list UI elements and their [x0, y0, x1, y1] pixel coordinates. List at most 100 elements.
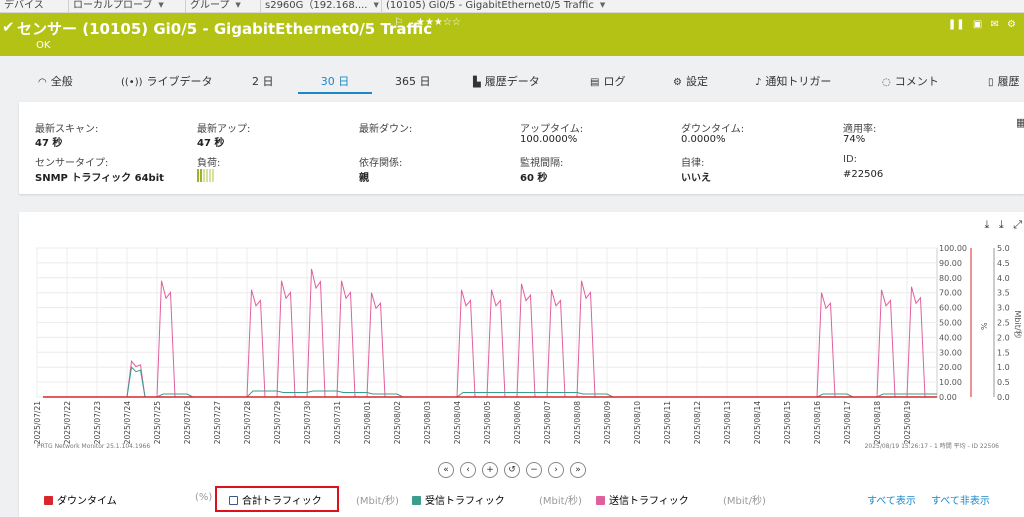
previous-icon[interactable]: ‹ [460, 462, 476, 478]
download-icon[interactable]: ⤓ [984, 218, 989, 231]
next-icon[interactable]: › [548, 462, 564, 478]
last-down-label: 最新ダウン: [359, 124, 413, 135]
tab-overview[interactable]: ◠ 全般 [38, 72, 73, 94]
comment-icon: ◌ [882, 77, 891, 88]
pause-icon[interactable]: ❚❚ [948, 19, 965, 30]
chart-footer-right: 2025/08/19 15:26:17 - 1 時間 平均 - ID 22506 [865, 442, 1000, 450]
tab-365-days[interactable]: 365 日 [395, 72, 431, 94]
x-tick-label: 2025/07/31 [333, 401, 342, 444]
y-left-tick-label: 30.00 [939, 348, 962, 357]
last-up-value: 47 秒 [197, 138, 225, 149]
x-tick-label: 2025/08/03 [423, 401, 432, 444]
highlight-box [215, 486, 339, 512]
first-page-icon[interactable]: « [438, 462, 454, 478]
uptime-label: アップタイム: [520, 124, 584, 135]
x-tick-label: 2025/08/13 [723, 401, 732, 444]
reset-zoom-icon[interactable]: ↺ [504, 462, 520, 478]
graph-navigation: « ‹ + ↺ − › » [438, 457, 592, 478]
autonomous-value: いいえ [681, 173, 711, 184]
breadcrumb-item-local-probe[interactable]: ローカルプローブ ▼ [68, 0, 164, 12]
tab-bar: ◠ 全般 ((•)) ライブデータ 2 日 30 日 365 日 ▙ 履歴データ ▤ ロ… [0, 72, 1024, 94]
download-csv-icon[interactable]: ⤓ [999, 218, 1004, 231]
legend-item-sent-traffic[interactable]: 送信トラフィック (Mbit/秒) [596, 492, 766, 507]
chevron-down-icon[interactable]: ▼ [600, 0, 605, 12]
breadcrumb-item-device[interactable]: s2960G（192.168.... ▼ [260, 0, 379, 12]
breadcrumb-item-devices[interactable]: デバイス [0, 0, 44, 12]
y-right-tick-label: 3.0 [997, 304, 1010, 313]
id-value: #22506 [843, 169, 884, 180]
x-tick-label: 2025/07/24 [123, 401, 132, 444]
flag-icon[interactable]: ⚐ [394, 17, 403, 28]
legend-label: 受信トラフィック [425, 496, 505, 507]
last-up-label: 最新アップ: [197, 124, 251, 135]
tab-history[interactable]: ▯ 履歴 [988, 72, 1020, 94]
legend-label: 送信トラフィック [609, 496, 689, 507]
y-right-tick-label: 3.5 [997, 289, 1010, 298]
legend-label: ダウンタイム [57, 496, 117, 507]
y-right-tick-label: 2.0 [997, 333, 1010, 342]
y-left-tick-label: 50.00 [939, 319, 962, 328]
autonomous-label: 自律: [681, 158, 705, 169]
interval-value: 60 秒 [520, 173, 548, 184]
zoom-in-icon[interactable]: + [482, 462, 498, 478]
qr-icon[interactable]: ▦ [1016, 116, 1024, 129]
tab-comments[interactable]: ◌ コメント [882, 72, 939, 94]
x-tick-label: 2025/07/28 [243, 401, 252, 444]
x-tick-label: 2025/07/29 [273, 401, 282, 444]
coverage-value: 74% [843, 134, 866, 145]
legend-unit: (Mbit/秒) [723, 496, 766, 507]
interval-label: 監視間隔: [520, 158, 564, 169]
tab-30-days[interactable]: 30 日 [298, 72, 372, 94]
breadcrumb-item-sensor[interactable]: (10105) Gi0/5 - GigabitEthernet0/5 Traff… [381, 0, 605, 12]
chevron-down-icon[interactable]: ▼ [158, 0, 163, 12]
y-left-tick-label: 100.00 [939, 244, 967, 253]
y-right-tick-label: 1.0 [997, 363, 1010, 372]
priority-stars[interactable]: ★★★☆☆ [416, 17, 461, 28]
gear-icon[interactable]: ⚙ [1007, 19, 1016, 30]
last-scan-label: 最新スキャン: [35, 124, 99, 135]
x-tick-label: 2025/08/06 [513, 401, 522, 444]
dependency-label: 依存関係: [359, 158, 403, 169]
chart-footer-left: PRTG Network Monitor 25.1.104.1966 [37, 443, 150, 450]
x-tick-label: 2025/07/21 [33, 401, 42, 444]
graph-panel: ⤓ ⤓ ⤢ 100.00 5.0 90.00 4.5 80.00 4.0 70.00 3.5 6… [19, 212, 1024, 517]
checkbox-checked-icon[interactable] [412, 496, 421, 505]
hide-all-link[interactable]: すべて非表示 [931, 492, 990, 507]
x-tick-label: 2025/08/08 [573, 401, 582, 444]
chevron-down-icon[interactable]: ▼ [373, 0, 378, 12]
tab-historic-data[interactable]: ▙ 履歴データ [473, 72, 540, 94]
checkbox-checked-icon[interactable] [44, 496, 53, 505]
chevron-down-icon[interactable]: ▼ [235, 0, 240, 12]
legend-unit: (Mbit/秒) [356, 496, 399, 507]
uptime-value: 100.0000% [520, 134, 578, 145]
legend-item-downtime[interactable]: ダウンタイム (%) [44, 492, 212, 507]
y-right-tick-label: 4.5 [997, 259, 1010, 268]
checkbox-checked-icon[interactable] [596, 496, 605, 505]
tab-settings[interactable]: ⚙ 設定 [673, 72, 708, 94]
x-tick-label: 2025/08/01 [363, 401, 372, 444]
traffic-chart: 100.00 5.0 90.00 4.5 80.00 4.0 70.00 3.5 60.00 3.… [33, 244, 1023, 450]
tab-log[interactable]: ▤ ログ [590, 72, 625, 94]
zoom-out-icon[interactable]: − [526, 462, 542, 478]
tab-notification-triggers[interactable]: ♪ 通知トリガー [755, 72, 831, 94]
report-icon[interactable]: ▣ [973, 19, 982, 30]
y-left-tick-label: 60.00 [939, 304, 962, 313]
show-all-link[interactable]: すべて表示 [867, 492, 916, 507]
status-text: OK [36, 40, 51, 51]
dependency-value[interactable]: 親 [359, 169, 369, 184]
tab-2-days[interactable]: 2 日 [252, 72, 274, 94]
legend-item-received-traffic[interactable]: 受信トラフィック (Mbit/秒) [412, 492, 582, 507]
load-indicator [197, 167, 217, 182]
tab-live-data[interactable]: ((•)) ライブデータ [121, 72, 213, 94]
x-tick-label: 2025/08/07 [543, 401, 552, 444]
history-icon: ▯ [988, 77, 994, 88]
log-list-icon: ▤ [590, 77, 600, 88]
expand-icon[interactable]: ⤢ [1013, 218, 1022, 231]
mail-icon[interactable]: ✉ [990, 19, 998, 30]
sensor-type-value: SNMP トラフィック 64bit [35, 173, 164, 184]
breadcrumb-item-group[interactable]: グループ ▼ [185, 0, 241, 12]
y-right-tick-label: 1.5 [997, 348, 1010, 357]
x-tick-label: 2025/08/16 [813, 401, 822, 444]
y-left-tick-label: 70.00 [939, 289, 962, 298]
last-page-icon[interactable]: » [570, 462, 586, 478]
